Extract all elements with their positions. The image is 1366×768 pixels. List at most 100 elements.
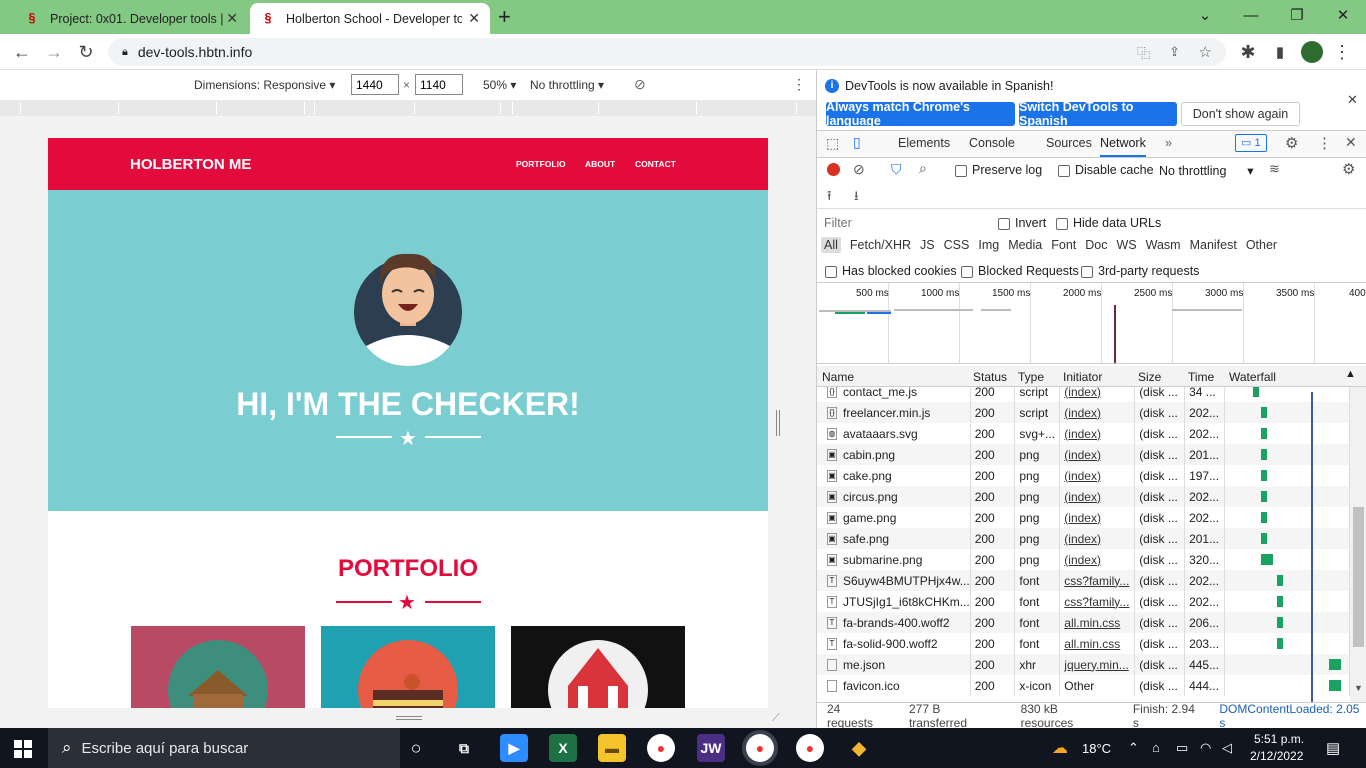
export-har-icon[interactable]: ⭳ bbox=[854, 187, 859, 209]
column-time[interactable]: Time bbox=[1188, 370, 1214, 384]
cell-initiator[interactable]: all.min.css bbox=[1059, 633, 1136, 654]
table-row[interactable]: me.json 200 xhr jquery.min... (disk ... 445..… bbox=[817, 654, 1350, 675]
disable-cache-checkbox[interactable]: Disable cache bbox=[1058, 163, 1154, 177]
third-party-requests-checkbox[interactable]: 3rd-party requests bbox=[1081, 264, 1199, 278]
hide-data-urls-checkbox[interactable]: Hide data URLs bbox=[1056, 216, 1161, 230]
table-row[interactable]: Tfa-solid-900.woff2 200 font all.min.css (di… bbox=[817, 633, 1350, 654]
windows-start-icon[interactable] bbox=[14, 740, 32, 758]
jw-app-icon[interactable]: JW bbox=[697, 734, 725, 762]
preserve-log-checkbox[interactable]: Preserve log bbox=[955, 163, 1042, 177]
column-type[interactable]: Type bbox=[1018, 370, 1044, 384]
filter-media[interactable]: Media bbox=[1008, 238, 1042, 252]
cell-initiator[interactable]: css?family... bbox=[1059, 591, 1136, 612]
table-row[interactable]: ▣ circus.png 200 png (index) (disk ... 202... bbox=[817, 486, 1350, 507]
chrome-icon[interactable]: ● bbox=[647, 734, 675, 762]
translate-icon[interactable]: ⿻ bbox=[1137, 43, 1150, 62]
network-settings-gear-icon[interactable]: ⚙ bbox=[1342, 160, 1355, 178]
cortana-icon[interactable]: ○ bbox=[402, 734, 430, 762]
cell-initiator[interactable]: all.min.css bbox=[1059, 612, 1136, 633]
taskbar-date[interactable]: 2/12/2022 bbox=[1250, 749, 1303, 763]
close-window-button[interactable]: ✕ bbox=[1320, 0, 1366, 30]
portfolio-item-cake[interactable] bbox=[321, 626, 495, 708]
file-explorer-icon[interactable]: ▬ bbox=[598, 734, 626, 762]
portfolio-item-cabin[interactable] bbox=[131, 626, 305, 708]
excel-app-icon[interactable]: X bbox=[549, 734, 577, 762]
portfolio-item-circus[interactable] bbox=[511, 626, 685, 708]
invert-checkbox[interactable]: Invert bbox=[998, 216, 1046, 230]
cell-initiator[interactable]: (index) bbox=[1059, 423, 1136, 444]
table-row[interactable]: Tfa-brands-400.woff2 200 font all.min.css (d… bbox=[817, 612, 1350, 633]
column-size[interactable]: Size bbox=[1138, 370, 1161, 384]
cell-initiator[interactable]: (index) bbox=[1059, 465, 1136, 486]
filter-fetch-xhr[interactable]: Fetch/XHR bbox=[850, 238, 911, 252]
clear-icon[interactable]: ⊘ bbox=[853, 161, 865, 178]
width-input[interactable] bbox=[351, 74, 399, 95]
bookmark-star-icon[interactable]: ☆ bbox=[1199, 43, 1212, 61]
network-overview[interactable]: 500 ms 1000 ms 1500 ms 2000 ms 2500 ms 3… bbox=[817, 282, 1366, 364]
resize-corner-icon[interactable]: ⟋ bbox=[772, 712, 780, 725]
show-hidden-icons[interactable]: ⌃ bbox=[1128, 740, 1139, 756]
has-blocked-cookies-checkbox[interactable]: Has blocked cookies bbox=[825, 264, 957, 278]
dont-show-again-button[interactable]: Don't show again bbox=[1181, 102, 1300, 126]
cell-initiator[interactable]: Other bbox=[1059, 675, 1136, 696]
notifications-icon[interactable]: ▤ bbox=[1326, 739, 1340, 757]
cell-initiator[interactable]: css?family... bbox=[1059, 570, 1136, 591]
minimize-button[interactable]: — bbox=[1228, 0, 1274, 30]
close-devtools-icon[interactable]: ✕ bbox=[1345, 134, 1357, 151]
filter-all[interactable]: All bbox=[821, 237, 841, 253]
resize-handle-bottom[interactable] bbox=[396, 716, 422, 720]
volume-icon[interactable]: ◁ bbox=[1222, 740, 1232, 756]
column-status[interactable]: Status bbox=[973, 370, 1007, 384]
weather-icon[interactable]: ☁ bbox=[1052, 738, 1068, 758]
git-app-icon[interactable]: ◆ bbox=[845, 734, 873, 762]
filter-wasm[interactable]: Wasm bbox=[1146, 238, 1181, 252]
taskbar-time[interactable]: 5:51 p.m. bbox=[1254, 732, 1304, 746]
table-row[interactable]: ▣ cake.png 200 png (index) (disk ... 197... bbox=[817, 465, 1350, 486]
media-query-ruler[interactable] bbox=[0, 100, 816, 116]
cell-initiator[interactable]: (index) bbox=[1059, 402, 1136, 423]
side-panel-icon[interactable]: ▮ bbox=[1268, 40, 1292, 64]
record-button[interactable] bbox=[827, 163, 840, 176]
filter-js[interactable]: JS bbox=[920, 238, 935, 252]
close-icon[interactable]: ✕ bbox=[226, 10, 238, 27]
zoom-app-icon[interactable]: ▶ bbox=[500, 734, 528, 762]
tab-search-icon[interactable]: ⌄ bbox=[1182, 0, 1228, 30]
filter-input[interactable] bbox=[821, 213, 985, 232]
table-row[interactable]: {} contact_me.js 200 script (index) (disk ...… bbox=[817, 387, 1350, 402]
share-icon[interactable]: ⇪ bbox=[1169, 44, 1180, 60]
sort-up-icon[interactable]: ▲ bbox=[1345, 368, 1356, 380]
filter-font[interactable]: Font bbox=[1051, 238, 1076, 252]
column-initiator[interactable]: Initiator bbox=[1063, 370, 1102, 384]
table-row[interactable]: T JTUSjIg1_i6t8kCHKm... 200 font css?family.… bbox=[817, 591, 1350, 612]
forward-arrow-icon[interactable]: → bbox=[42, 40, 66, 64]
inspect-element-icon[interactable]: ⬚ bbox=[826, 135, 839, 152]
cell-initiator[interactable]: (index) bbox=[1059, 528, 1136, 549]
task-view-icon[interactable]: ⧉ bbox=[450, 734, 478, 762]
import-har-icon[interactable]: ⭱ bbox=[827, 187, 832, 209]
table-row[interactable]: T S6uyw4BMUTPHjx4w... 200 font css?family...… bbox=[817, 570, 1350, 591]
table-row[interactable]: favicon.ico 200 x-icon Other (disk ... 444... bbox=[817, 675, 1350, 696]
always-match-language-button[interactable]: Always match Chrome's language bbox=[826, 100, 1015, 128]
close-icon[interactable]: ✕ bbox=[1347, 92, 1358, 108]
extensions-icon[interactable]: ✱ bbox=[1236, 40, 1260, 64]
cell-initiator[interactable]: (index) bbox=[1059, 549, 1136, 570]
filter-ws[interactable]: WS bbox=[1116, 238, 1136, 252]
request-list-scrollbar[interactable]: ▼ bbox=[1350, 387, 1366, 702]
url-bar[interactable]: 🔒︎ dev-tools.hbtn.info ⿻ ⇪ ☆ bbox=[108, 38, 1226, 66]
close-icon[interactable]: ✕ bbox=[468, 10, 480, 27]
filter-other[interactable]: Other bbox=[1246, 238, 1277, 252]
battery-icon[interactable]: ▭ bbox=[1176, 740, 1188, 756]
table-row[interactable]: ▣ game.png 200 png (index) (disk ... 202... bbox=[817, 507, 1350, 528]
column-waterfall[interactable]: Waterfall bbox=[1229, 370, 1276, 384]
table-row[interactable]: {} freelancer.min.js 200 script (index) (disk… bbox=[817, 402, 1350, 423]
zoom-dropdown[interactable]: 50% ▾ bbox=[483, 78, 516, 92]
nav-link-portfolio[interactable]: PORTFOLIO bbox=[516, 159, 566, 169]
filter-img[interactable]: Img bbox=[978, 238, 999, 252]
network-throttling-dropdown[interactable]: No throttling ▾ bbox=[1159, 163, 1254, 178]
height-input[interactable] bbox=[415, 74, 463, 95]
nav-link-contact[interactable]: CONTACT bbox=[635, 159, 676, 169]
table-row[interactable]: ▣ submarine.png 200 png (index) (disk ... 320.… bbox=[817, 549, 1350, 570]
cell-initiator[interactable]: jquery.min... bbox=[1059, 654, 1136, 675]
new-tab-button[interactable]: + bbox=[498, 4, 511, 30]
cell-initiator[interactable]: (index) bbox=[1059, 387, 1136, 402]
